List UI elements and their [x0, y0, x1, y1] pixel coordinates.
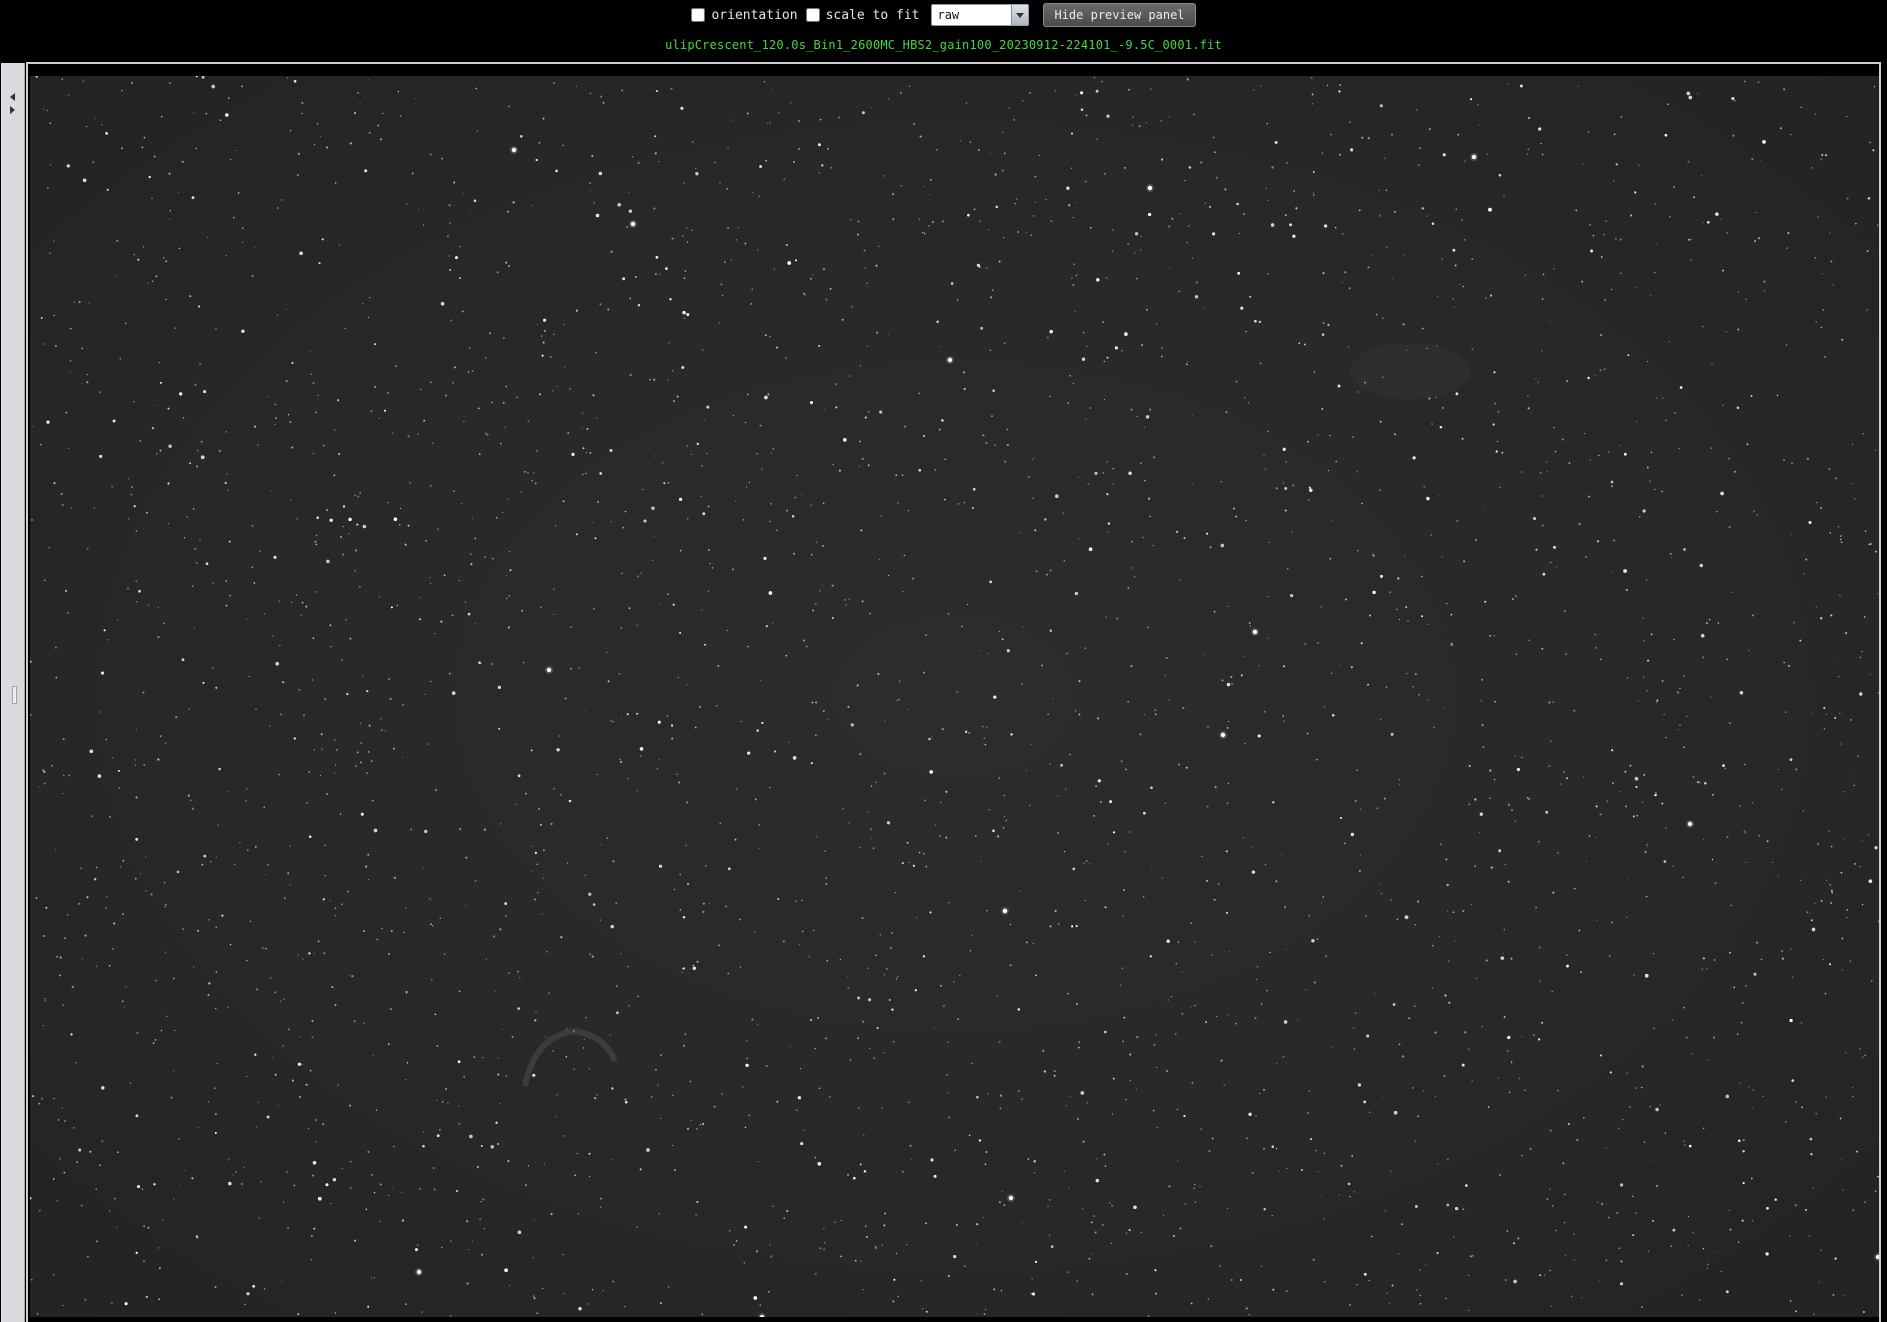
scale-to-fit-option[interactable]: scale to fit: [805, 7, 920, 23]
chevron-right-icon[interactable]: [10, 106, 15, 114]
stretch-select-wrapper[interactable]: raw: [931, 4, 1030, 26]
resize-grip-icon[interactable]: [12, 686, 17, 704]
preview-panel: [26, 62, 1881, 1322]
star-field-image: [30, 76, 1879, 1317]
app-window: orientation scale to fit raw Hide previe…: [0, 0, 1887, 1322]
orientation-label: orientation: [711, 7, 798, 23]
scale-to-fit-label: scale to fit: [825, 7, 920, 23]
side-panel-arrows[interactable]: [10, 93, 18, 114]
chevron-left-icon[interactable]: [10, 93, 15, 101]
orientation-option[interactable]: orientation: [691, 7, 798, 23]
hide-preview-panel-button[interactable]: Hide preview panel: [1043, 3, 1196, 27]
side-panel-collapse-bar[interactable]: [1, 63, 25, 1322]
scale-to-fit-checkbox[interactable]: [805, 8, 820, 22]
stretch-select[interactable]: raw: [931, 4, 1030, 26]
orientation-checkbox[interactable]: [691, 8, 706, 22]
star-field-canvas: [30, 76, 1879, 1317]
preview-filename: ulipCrescent_120.0s_Bin1_2600MC_HBS2_gai…: [665, 38, 1222, 52]
preview-toolbar: orientation scale to fit raw Hide previe…: [0, 0, 1887, 30]
